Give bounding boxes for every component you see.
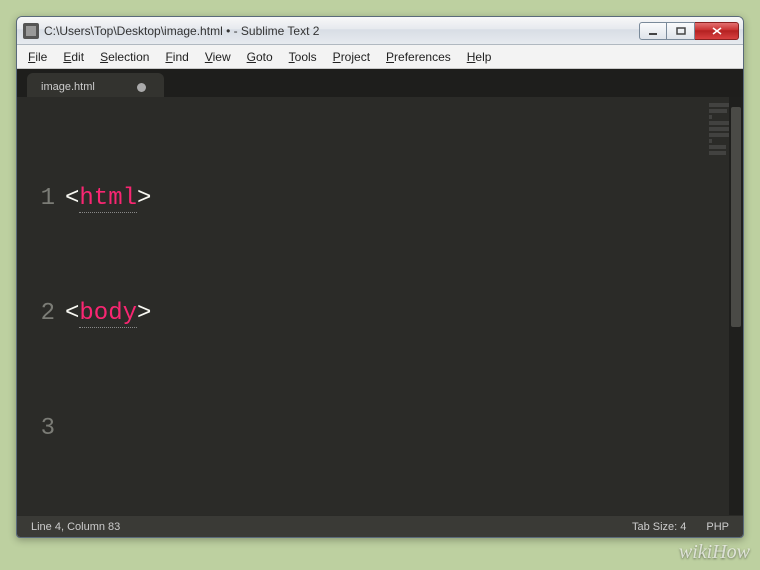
menu-goto[interactable]: Goto — [240, 48, 280, 66]
menu-bar: File Edit Selection Find View Goto Tools… — [17, 45, 743, 69]
scrollbar-thumb[interactable] — [731, 107, 741, 327]
minimize-icon — [648, 27, 658, 35]
title-bar[interactable]: C:\Users\Top\Desktop\image.html • - Subl… — [17, 17, 743, 45]
window-title: C:\Users\Top\Desktop\image.html • - Subl… — [44, 24, 639, 38]
menu-selection[interactable]: Selection — [93, 48, 156, 66]
vertical-scrollbar[interactable] — [729, 97, 743, 515]
line-number: 3 — [17, 410, 55, 448]
menu-preferences[interactable]: Preferences — [379, 48, 458, 66]
close-icon — [712, 27, 722, 35]
tab-bar: image.html — [17, 69, 743, 97]
code-editor[interactable]: 1 2 3 4 5 6 7 <html> <body> <img src="ht… — [17, 97, 743, 515]
menu-view[interactable]: View — [198, 48, 238, 66]
tab-size-indicator[interactable]: Tab Size: 4 — [632, 521, 686, 533]
menu-edit[interactable]: Edit — [56, 48, 91, 66]
menu-project[interactable]: Project — [326, 48, 377, 66]
maximize-icon — [676, 27, 686, 35]
menu-file[interactable]: File — [21, 48, 54, 66]
menu-find[interactable]: Find — [158, 48, 195, 66]
window-control-group — [639, 22, 739, 40]
cursor-position: Line 4, Column 83 — [31, 521, 120, 533]
app-window: C:\Users\Top\Desktop\image.html • - Subl… — [16, 16, 744, 538]
line-number-gutter: 1 2 3 4 5 6 7 — [17, 97, 65, 515]
close-button[interactable] — [695, 22, 739, 40]
maximize-button[interactable] — [667, 22, 695, 40]
syntax-indicator[interactable]: PHP — [706, 521, 729, 533]
line-number: 2 — [17, 295, 55, 333]
line-number: 1 — [17, 180, 55, 218]
modified-dot-icon — [137, 83, 146, 92]
minimize-button[interactable] — [639, 22, 667, 40]
status-bar: Line 4, Column 83 Tab Size: 4 PHP — [17, 515, 743, 537]
tab-image-html[interactable]: image.html — [27, 73, 164, 97]
menu-tools[interactable]: Tools — [282, 48, 324, 66]
menu-help[interactable]: Help — [460, 48, 499, 66]
tab-label: image.html — [41, 81, 95, 93]
code-area[interactable]: <html> <body> <img src="http://i1322. ph… — [65, 97, 743, 515]
watermark: wikiHow — [679, 541, 750, 564]
app-icon — [23, 23, 39, 39]
